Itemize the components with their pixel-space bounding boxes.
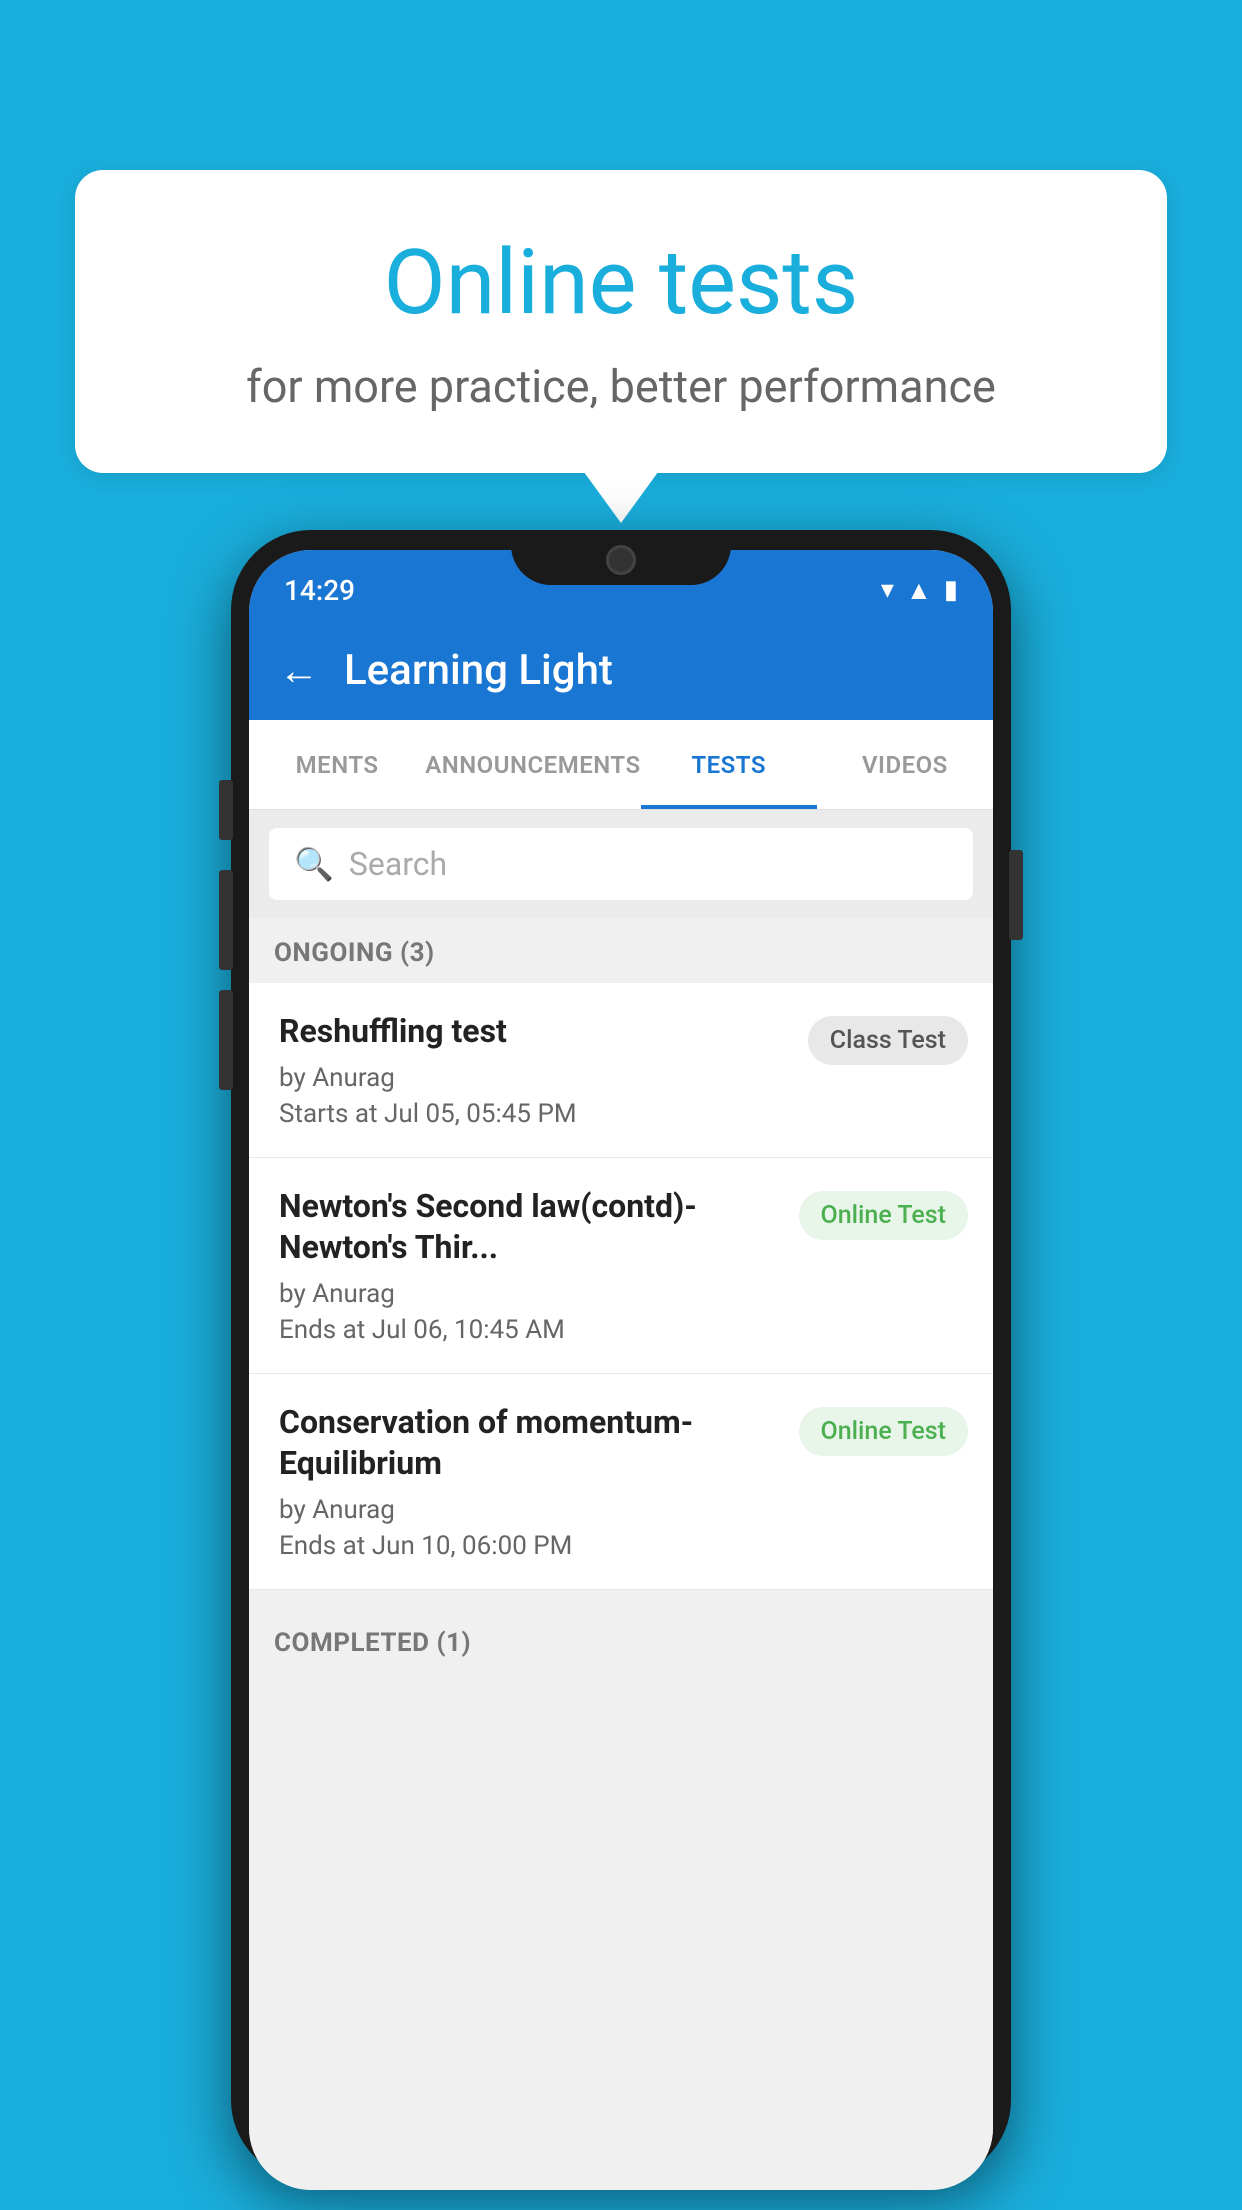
search-placeholder: Search [349, 845, 447, 883]
signal-icon: ▲ [906, 575, 932, 606]
app-bar: ← Learning Light [249, 620, 993, 720]
phone-volume-up-button [219, 780, 233, 840]
test-time-newton: Ends at Jul 06, 10:45 AM [279, 1315, 784, 1345]
test-info-conservation: Conservation of momentum-Equilibrium by … [279, 1402, 784, 1561]
tab-announcements[interactable]: ANNOUNCEMENTS [425, 720, 640, 809]
speech-bubble-subtitle: for more practice, better performance [145, 360, 1097, 413]
tab-videos[interactable]: VIDEOS [817, 720, 993, 809]
test-name-conservation: Conservation of momentum-Equilibrium [279, 1402, 784, 1485]
test-info-newton: Newton's Second law(contd)-Newton's Thir… [279, 1186, 784, 1345]
test-item-conservation[interactable]: Conservation of momentum-Equilibrium by … [249, 1374, 993, 1590]
search-container: 🔍 Search [249, 810, 993, 918]
test-time-reshuffling: Starts at Jul 05, 05:45 PM [279, 1099, 793, 1129]
phone-notch [511, 530, 731, 585]
test-item-reshuffling[interactable]: Reshuffling test by Anurag Starts at Jul… [249, 983, 993, 1158]
test-item-newton[interactable]: Newton's Second law(contd)-Newton's Thir… [249, 1158, 993, 1374]
test-name-newton: Newton's Second law(contd)-Newton's Thir… [279, 1186, 784, 1269]
tab-tests[interactable]: TESTS [641, 720, 817, 809]
content-area: 🔍 Search ONGOING (3) Reshuffling test by… [249, 810, 993, 2190]
status-time: 14:29 [284, 574, 355, 607]
phone-silent-button [219, 990, 233, 1090]
app-title: Learning Light [344, 646, 613, 695]
section-divider [249, 1590, 993, 1608]
search-icon: 🔍 [294, 845, 334, 883]
tab-ments[interactable]: MENTS [249, 720, 425, 809]
ongoing-section-header: ONGOING (3) [249, 918, 993, 983]
wifi-icon: ▾ [881, 575, 894, 605]
test-info-reshuffling: Reshuffling test by Anurag Starts at Jul… [279, 1011, 793, 1129]
test-time-conservation: Ends at Jun 10, 06:00 PM [279, 1531, 784, 1561]
battery-icon: ▮ [944, 575, 958, 605]
phone-power-button [1009, 850, 1023, 940]
tabs-bar: MENTS ANNOUNCEMENTS TESTS VIDEOS [249, 720, 993, 810]
test-badge-class: Class Test [808, 1016, 968, 1065]
test-badge-online-conservation: Online Test [799, 1407, 968, 1456]
phone-screen: 14:29 ▾ ▲ ▮ ← Learning Light MENTS ANNOU… [249, 550, 993, 2190]
speech-bubble: Online tests for more practice, better p… [75, 170, 1167, 473]
test-author-newton: by Anurag [279, 1279, 784, 1309]
test-name-reshuffling: Reshuffling test [279, 1011, 793, 1053]
completed-section-header: COMPLETED (1) [249, 1608, 993, 1673]
phone-device: 14:29 ▾ ▲ ▮ ← Learning Light MENTS ANNOU… [231, 530, 1011, 2210]
speech-bubble-title: Online tests [145, 230, 1097, 335]
phone-volume-down-button [219, 870, 233, 970]
back-button[interactable]: ← [279, 647, 319, 694]
test-author-conservation: by Anurag [279, 1495, 784, 1525]
test-badge-online-newton: Online Test [799, 1191, 968, 1240]
search-bar[interactable]: 🔍 Search [269, 828, 973, 900]
phone-camera [606, 545, 636, 575]
test-author-reshuffling: by Anurag [279, 1063, 793, 1093]
status-icons: ▾ ▲ ▮ [881, 575, 958, 606]
